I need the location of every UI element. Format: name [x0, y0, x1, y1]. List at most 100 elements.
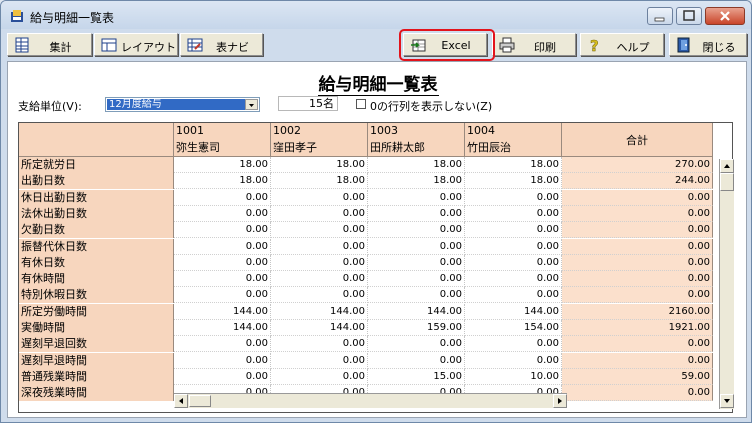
- row-header[interactable]: 休日出勤日数: [19, 189, 174, 206]
- scroll-up-button[interactable]: [720, 159, 734, 173]
- table-cell[interactable]: 0.00: [271, 271, 368, 288]
- table-cell[interactable]: 0.00: [174, 368, 271, 385]
- unit-select[interactable]: 12月度給与: [105, 97, 260, 112]
- total-cell[interactable]: 0.00: [562, 352, 713, 369]
- table-cell[interactable]: 0.00: [465, 238, 562, 255]
- total-cell[interactable]: 0.00: [562, 238, 713, 255]
- print-button[interactable]: 印刷: [492, 33, 576, 56]
- table-cell[interactable]: 0.00: [368, 271, 465, 288]
- total-cell[interactable]: 0.00: [562, 271, 713, 288]
- table-cell[interactable]: 0.00: [271, 238, 368, 255]
- table-cell[interactable]: 0.00: [271, 287, 368, 304]
- table-cell[interactable]: 0.00: [368, 336, 465, 353]
- table-cell[interactable]: 0.00: [174, 238, 271, 255]
- scroll-right-button[interactable]: [553, 394, 567, 408]
- table-cell[interactable]: 0.00: [271, 254, 368, 271]
- row-header[interactable]: 普通残業時間: [19, 368, 174, 385]
- table-cell[interactable]: 0.00: [271, 189, 368, 206]
- row-header[interactable]: 有休時間: [19, 271, 174, 288]
- total-cell[interactable]: 0.00: [562, 205, 713, 222]
- horizontal-scroll-thumb[interactable]: [189, 395, 211, 407]
- table-cell[interactable]: 0.00: [368, 238, 465, 255]
- table-navi-button[interactable]: 表ナビ: [180, 33, 263, 56]
- row-header[interactable]: 法休出勤日数: [19, 205, 174, 222]
- total-cell[interactable]: 0.00: [562, 189, 713, 206]
- maximize-button[interactable]: [676, 7, 702, 25]
- total-cell[interactable]: 2160.00: [562, 303, 713, 320]
- vertical-scroll-thumb[interactable]: [720, 173, 734, 191]
- table-cell[interactable]: 18.00: [368, 173, 465, 190]
- table-cell[interactable]: 0.00: [465, 189, 562, 206]
- total-cell[interactable]: 1921.00: [562, 320, 713, 336]
- hide-zero-label[interactable]: 0の行列を表示しない(Z): [370, 98, 492, 114]
- table-cell[interactable]: 144.00: [174, 303, 271, 320]
- table-cell[interactable]: 0.00: [368, 352, 465, 369]
- minimize-button[interactable]: [647, 7, 673, 25]
- table-cell[interactable]: 144.00: [368, 303, 465, 320]
- table-cell[interactable]: 0.00: [368, 189, 465, 206]
- row-header[interactable]: 有休日数: [19, 254, 174, 271]
- table-cell[interactable]: 154.00: [465, 320, 562, 336]
- scroll-left-button[interactable]: [174, 394, 188, 408]
- table-cell[interactable]: 0.00: [271, 368, 368, 385]
- data-grid[interactable]: 1001 弥生憲司 1002 窪田孝子 1003 田所耕太郎 1004 竹田辰治 合計 所定就労日…: [18, 122, 733, 413]
- row-header[interactable]: 遅刻早退時間: [19, 352, 174, 369]
- table-cell[interactable]: 0.00: [174, 271, 271, 288]
- row-header[interactable]: 欠勤日数: [19, 222, 174, 239]
- table-cell[interactable]: 18.00: [465, 173, 562, 190]
- table-cell[interactable]: 0.00: [465, 254, 562, 271]
- table-cell[interactable]: 144.00: [465, 303, 562, 320]
- unit-dropdown-button[interactable]: [245, 99, 258, 110]
- table-cell[interactable]: 0.00: [174, 336, 271, 353]
- table-cell[interactable]: 0.00: [174, 222, 271, 239]
- table-cell[interactable]: 0.00: [174, 254, 271, 271]
- row-header[interactable]: 深夜残業時間: [19, 385, 174, 402]
- table-cell[interactable]: 15.00: [368, 368, 465, 385]
- table-cell[interactable]: 18.00: [174, 173, 271, 190]
- table-cell[interactable]: 18.00: [368, 157, 465, 173]
- title-bar[interactable]: 給与明細一覧表: [1, 1, 751, 29]
- table-cell[interactable]: 0.00: [465, 205, 562, 222]
- total-cell[interactable]: 0.00: [562, 254, 713, 271]
- layout-button[interactable]: レイアウト: [94, 33, 178, 56]
- table-cell[interactable]: 0.00: [368, 287, 465, 304]
- row-header[interactable]: 実働時間: [19, 320, 174, 336]
- table-cell[interactable]: 0.00: [271, 352, 368, 369]
- column-header[interactable]: 1004 竹田辰治: [465, 123, 562, 157]
- table-cell[interactable]: 144.00: [271, 303, 368, 320]
- table-cell[interactable]: 0.00: [174, 189, 271, 206]
- table-cell[interactable]: 159.00: [368, 320, 465, 336]
- close-window-button[interactable]: [705, 7, 745, 25]
- table-cell[interactable]: 0.00: [271, 205, 368, 222]
- total-cell[interactable]: 0.00: [562, 222, 713, 239]
- table-cell[interactable]: 18.00: [271, 157, 368, 173]
- horizontal-scrollbar[interactable]: [174, 393, 567, 408]
- vertical-scrollbar[interactable]: [719, 159, 734, 409]
- table-cell[interactable]: 0.00: [271, 336, 368, 353]
- total-column-header[interactable]: 合計: [562, 123, 713, 157]
- hide-zero-checkbox[interactable]: [356, 99, 366, 109]
- table-cell[interactable]: 0.00: [368, 254, 465, 271]
- total-cell[interactable]: 244.00: [562, 173, 713, 190]
- table-cell[interactable]: 0.00: [465, 271, 562, 288]
- row-header[interactable]: 振替代休日数: [19, 238, 174, 255]
- table-cell[interactable]: 0.00: [368, 222, 465, 239]
- table-cell[interactable]: 18.00: [271, 173, 368, 190]
- total-cell[interactable]: 0.00: [562, 287, 713, 304]
- table-cell[interactable]: 144.00: [271, 320, 368, 336]
- table-cell[interactable]: 0.00: [174, 287, 271, 304]
- total-cell[interactable]: 0.00: [562, 385, 713, 402]
- table-cell[interactable]: 0.00: [465, 222, 562, 239]
- table-cell[interactable]: 0.00: [465, 287, 562, 304]
- table-cell[interactable]: 18.00: [174, 157, 271, 173]
- table-cell[interactable]: 144.00: [174, 320, 271, 336]
- column-header[interactable]: 1003 田所耕太郎: [368, 123, 465, 157]
- summary-button[interactable]: 集計: [7, 33, 92, 56]
- close-button[interactable]: 閉じる: [669, 33, 747, 56]
- table-cell[interactable]: 18.00: [465, 157, 562, 173]
- table-cell[interactable]: 10.00: [465, 368, 562, 385]
- total-cell[interactable]: 270.00: [562, 157, 713, 173]
- row-header[interactable]: 特別休暇日数: [19, 287, 174, 304]
- table-cell[interactable]: 0.00: [271, 222, 368, 239]
- scroll-down-button[interactable]: [720, 394, 734, 408]
